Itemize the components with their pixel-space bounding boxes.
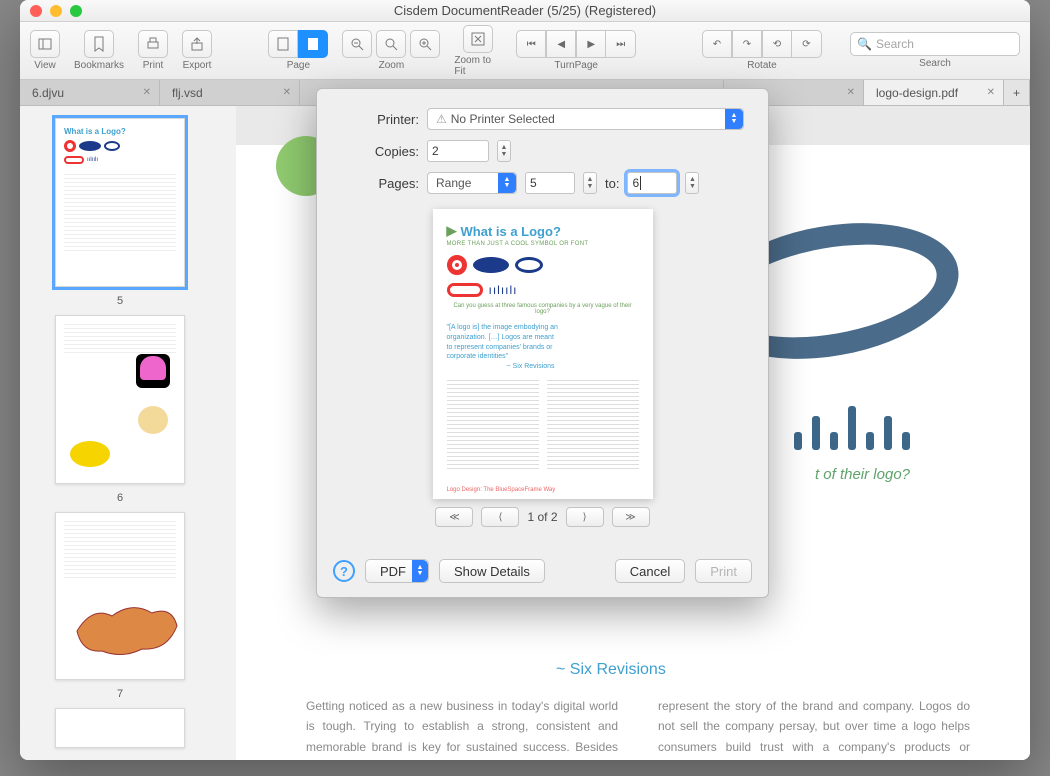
zoom-out-button[interactable] <box>342 30 372 58</box>
close-icon[interactable]: ✕ <box>283 87 291 98</box>
pdf-label: PDF <box>380 564 406 579</box>
thumbnail-label: 6 <box>117 492 123 504</box>
thumbnail-page-5[interactable]: What is a Logo? ıılıılı <box>55 118 185 287</box>
rotate-left-button[interactable]: ↶ <box>702 30 732 58</box>
bg-tagline: t of their logo? <box>815 466 910 483</box>
range-to-stepper[interactable]: ▲▼ <box>685 172 699 194</box>
thumbnail-page-6[interactable] <box>55 315 185 484</box>
page-label: Page <box>287 60 310 71</box>
pdf-menu-button[interactable]: PDF ▲▼ <box>365 559 429 583</box>
body-column-right: represent the story of the brand and com… <box>658 696 970 760</box>
thumbnail-label: 5 <box>117 295 123 307</box>
chevron-updown-icon: ▲▼ <box>725 109 743 129</box>
copies-label: Copies: <box>341 144 419 159</box>
range-to-value: 6 <box>632 176 639 190</box>
page-mode-continuous-button[interactable] <box>298 30 328 58</box>
copies-value: 2 <box>432 144 439 158</box>
view-label: View <box>34 60 56 71</box>
close-icon[interactable]: ✕ <box>143 87 151 98</box>
window-title: Cisdem DocumentReader (5/25) (Registered… <box>20 3 1030 18</box>
cancel-button[interactable]: Cancel <box>615 559 685 583</box>
zoom-actual-button[interactable] <box>376 30 406 58</box>
body-column-left: Getting noticed as a new business in tod… <box>306 696 618 760</box>
print-label: Print <box>143 60 164 71</box>
range-to-input[interactable]: 6 <box>627 172 677 194</box>
pages-mode-value: Range <box>436 176 471 190</box>
rotate-right-button[interactable]: ↷ <box>732 30 762 58</box>
tab-6-djvu[interactable]: 6.djvu ✕ <box>20 80 160 105</box>
app-window: Cisdem DocumentReader (5/25) (Registered… <box>20 0 1030 760</box>
range-from-value: 5 <box>530 176 537 190</box>
bookmarks-label: Bookmarks <box>74 60 124 71</box>
bookmarks-button[interactable] <box>84 30 114 58</box>
copies-stepper[interactable]: ▲▼ <box>497 140 511 162</box>
thumbnail-label: 7 <box>117 688 123 700</box>
last-page-button[interactable]: ⏭ <box>606 30 636 58</box>
range-from-stepper[interactable]: ▲▼ <box>583 172 597 194</box>
pages-mode-select[interactable]: Range ▲▼ <box>427 172 517 194</box>
preview-last-button[interactable]: ≫ <box>612 507 650 527</box>
thumbnail-page-8[interactable] <box>55 708 185 748</box>
tab-label: logo-design.pdf <box>876 86 958 100</box>
add-tab-button[interactable]: + <box>1004 80 1030 105</box>
thumbnail-page-7[interactable] <box>55 512 185 681</box>
view-button[interactable] <box>30 30 60 58</box>
preview-subtitle: MORE THAN JUST A COOL SYMBOL OR FONT <box>447 241 639 247</box>
chevron-updown-icon: ▲▼ <box>498 173 516 193</box>
preview-prev-button[interactable]: ⟨ <box>481 507 519 527</box>
search-input[interactable]: 🔍 Search <box>850 32 1020 56</box>
zoom-fit-button[interactable] <box>463 25 493 53</box>
range-to-label: to: <box>605 176 619 191</box>
copies-input[interactable]: 2 <box>427 140 489 162</box>
search-placeholder: Search <box>876 37 914 51</box>
printer-value: No Printer Selected <box>451 112 555 126</box>
preview-title: ▶What is a Logo? <box>447 223 639 239</box>
range-from-input[interactable]: 5 <box>525 172 575 194</box>
rotate-right-all-button[interactable]: ⟳ <box>792 30 822 58</box>
printer-select[interactable]: ⚠ No Printer Selected ▲▼ <box>427 108 744 130</box>
thumbnail-sidebar: What is a Logo? ıılıılı 5 <box>20 106 220 760</box>
help-button[interactable]: ? <box>333 560 355 582</box>
print-dialog: Printer: ⚠ No Printer Selected ▲▼ Copies… <box>316 88 769 598</box>
preview-first-button[interactable]: ≪ <box>435 507 473 527</box>
zoom-fit-label: Zoom to Fit <box>454 55 502 77</box>
warning-icon: ⚠ <box>436 112 447 126</box>
attribution-text: ~ Six Revisions <box>556 661 666 679</box>
toolbar: View Bookmarks Print Export Page <box>20 22 1030 80</box>
print-preview: ▶What is a Logo? MORE THAN JUST A COOL S… <box>433 209 653 499</box>
export-label: Export <box>183 60 212 71</box>
preview-counter: 1 of 2 <box>527 510 557 524</box>
page-mode-single-button[interactable] <box>268 30 298 58</box>
tab-label: flj.vsd <box>172 86 203 100</box>
close-icon[interactable]: ✕ <box>847 87 855 98</box>
titlebar: Cisdem DocumentReader (5/25) (Registered… <box>20 0 1030 22</box>
tab-logo-design-pdf[interactable]: logo-design.pdf ✕ <box>864 80 1004 105</box>
rotate-label: Rotate <box>747 60 776 71</box>
preview-next-button[interactable]: ⟩ <box>566 507 604 527</box>
print-button[interactable] <box>138 30 168 58</box>
tab-flj-vsd[interactable]: flj.vsd ✕ <box>160 80 300 105</box>
first-page-button[interactable]: ⏮ <box>516 30 546 58</box>
sidebar-scrollbar[interactable] <box>220 106 236 760</box>
print-confirm-button[interactable]: Print <box>695 559 752 583</box>
rotate-left-all-button[interactable]: ⟲ <box>762 30 792 58</box>
search-icon: 🔍 <box>857 37 872 51</box>
search-label: Search <box>919 58 951 69</box>
zoom-label: Zoom <box>379 60 405 71</box>
printer-label: Printer: <box>341 112 419 127</box>
zoom-in-button[interactable] <box>410 30 440 58</box>
close-icon[interactable]: ✕ <box>987 87 995 98</box>
bars-graphic <box>794 406 910 450</box>
tab-label: 6.djvu <box>32 86 64 100</box>
next-page-button[interactable]: ▶ <box>576 30 606 58</box>
preview-nav: ≪ ⟨ 1 of 2 ⟩ ≫ <box>317 507 768 527</box>
chevron-updown-icon: ▲▼ <box>412 560 428 582</box>
turnpage-label: TurnPage <box>554 60 598 71</box>
export-button[interactable] <box>182 30 212 58</box>
prev-page-button[interactable]: ◀ <box>546 30 576 58</box>
show-details-button[interactable]: Show Details <box>439 559 545 583</box>
pages-label: Pages: <box>341 176 419 191</box>
